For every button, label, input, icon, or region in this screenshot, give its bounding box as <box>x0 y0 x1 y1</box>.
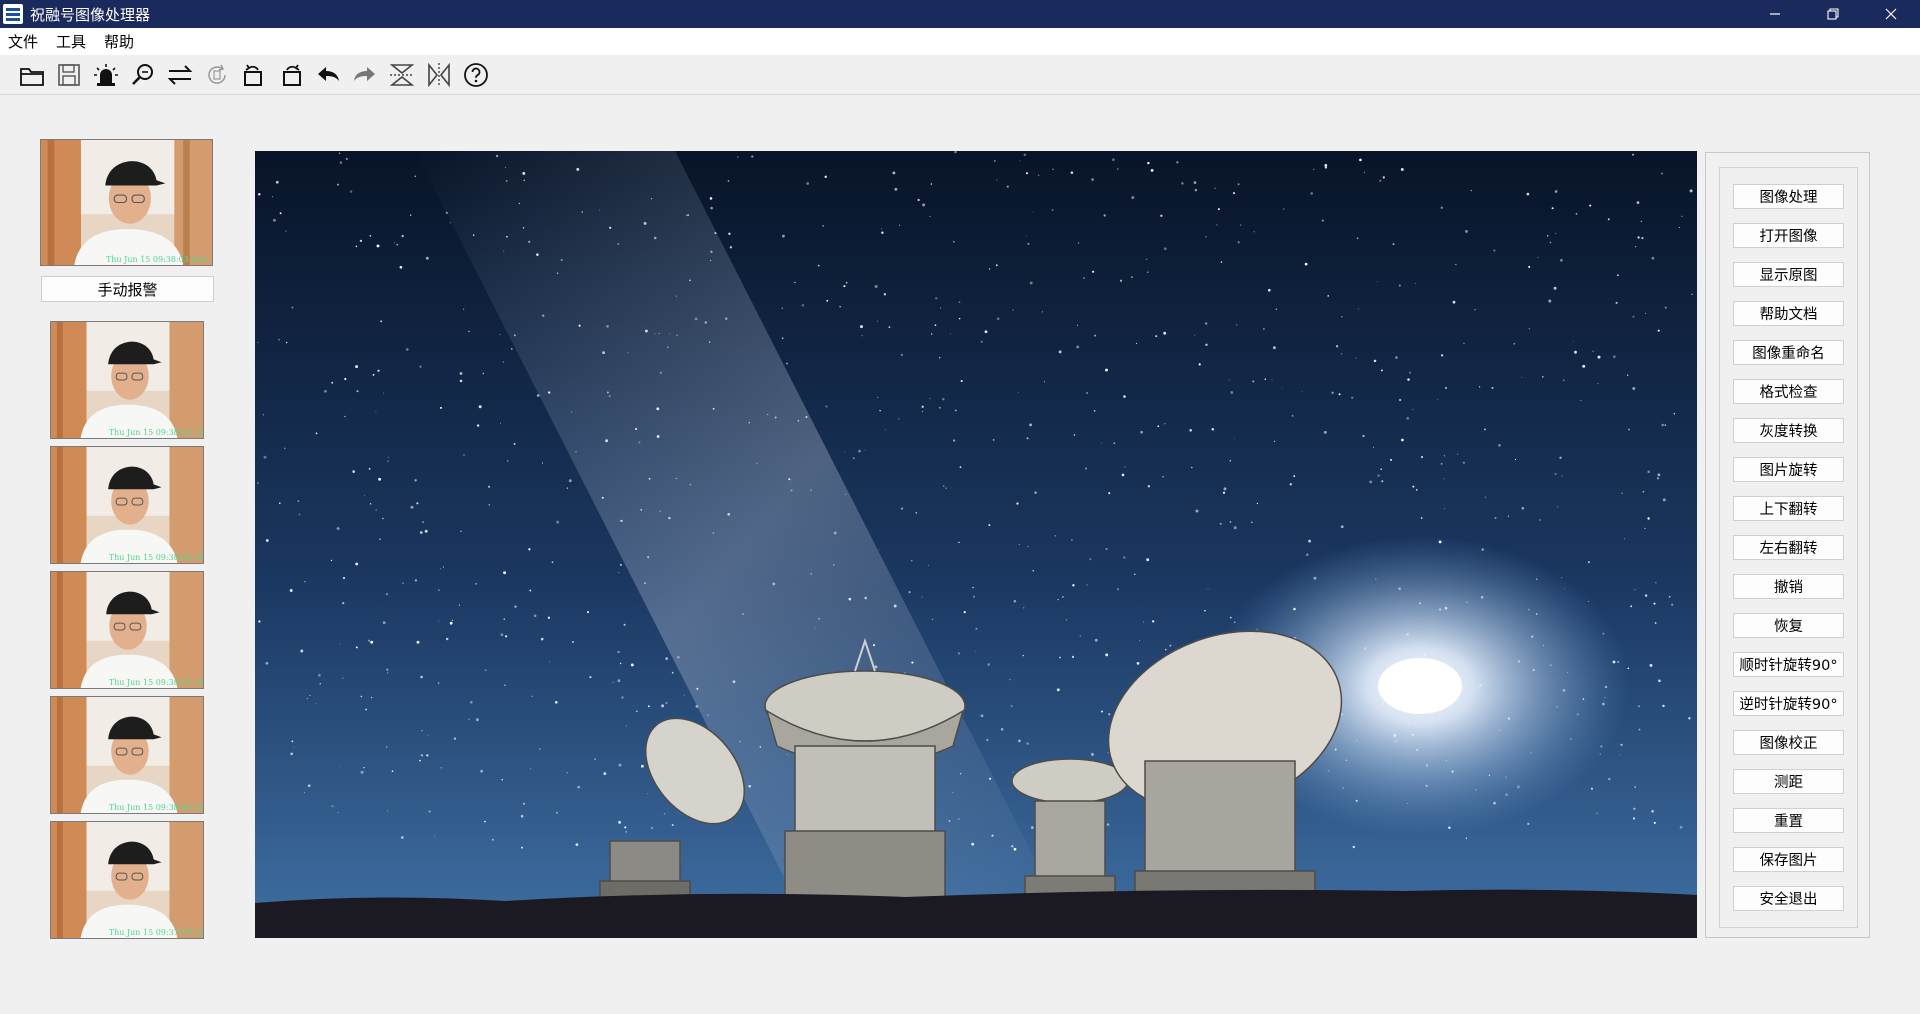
minimize-icon[interactable] <box>1746 0 1804 28</box>
restore-button[interactable]: 恢复 <box>1733 613 1844 638</box>
flip-horizontal-button[interactable]: 左右翻转 <box>1733 535 1844 560</box>
close-icon[interactable] <box>1862 0 1920 28</box>
app-icon <box>3 4 23 24</box>
starry-sky-radio-telescope-image <box>255 151 1697 938</box>
camera-photo <box>51 822 203 938</box>
history-thumbnail[interactable]: Thu Jun 15 09:38:02 202 <box>50 446 204 564</box>
history-thumbnail[interactable]: Thu Jun 15 09:37:59 202 <box>50 821 204 939</box>
timestamp: Thu Jun 15 09:38:01 202 <box>108 678 203 687</box>
restore-icon[interactable] <box>1804 0 1862 28</box>
camera-photo <box>51 697 203 813</box>
swap-icon[interactable] <box>161 57 198 93</box>
toolbar <box>0 55 1920 95</box>
undo-button[interactable]: 撤销 <box>1733 574 1844 599</box>
zoom-icon[interactable] <box>124 57 161 93</box>
menu-file[interactable]: 文件 <box>0 31 47 52</box>
timestamp: Thu Jun 15 09:38:00 202 <box>108 803 203 812</box>
alarm-icon[interactable] <box>87 57 124 93</box>
save-icon[interactable] <box>50 57 87 93</box>
camera-photo <box>51 322 203 438</box>
image-correct-button[interactable]: 图像校正 <box>1733 730 1844 755</box>
history-thumbnail[interactable]: Thu Jun 15 09:38:01 202 <box>50 571 204 689</box>
main-image-view[interactable] <box>255 151 1697 938</box>
timestamp: Thu Jun 15 09:37:59 202 <box>108 928 203 937</box>
timestamp: Thu Jun 15 09:38:02 202 <box>108 553 203 562</box>
rotate-right-icon[interactable] <box>272 57 309 93</box>
show-original-button[interactable]: 显示原图 <box>1733 262 1844 287</box>
save-image-button[interactable]: 保存图片 <box>1733 847 1844 872</box>
history-thumbnail[interactable]: Thu Jun 15 09:38:03 202 <box>50 321 204 439</box>
menu-tools[interactable]: 工具 <box>47 31 95 52</box>
title-bar: 祝融号图像处理器 <box>0 0 1920 28</box>
reset-button[interactable]: 重置 <box>1733 808 1844 833</box>
history-thumbnail[interactable]: Thu Jun 15 09:38:00 202 <box>50 696 204 814</box>
camera-photo <box>51 572 203 688</box>
camera-photo <box>51 447 203 563</box>
flip-vertical-icon[interactable] <box>383 57 420 93</box>
undo-icon[interactable] <box>309 57 346 93</box>
open-folder-icon[interactable] <box>13 57 50 93</box>
rotate-left-icon[interactable] <box>235 57 272 93</box>
image-rotate-button[interactable]: 图片旋转 <box>1733 457 1844 482</box>
safe-exit-button[interactable]: 安全退出 <box>1733 886 1844 911</box>
function-button-group: 图像处理 打开图像 显示原图 帮助文档 图像重命名 格式检查 灰度转换 图片旋转… <box>1719 167 1858 928</box>
rotate-clockwise-button[interactable]: 顺时针旋转90° <box>1733 652 1844 677</box>
menu-bar: 文件 工具 帮助 <box>0 28 1920 55</box>
measure-distance-button[interactable]: 测距 <box>1733 769 1844 794</box>
camera-photo <box>41 140 212 265</box>
rotate-counterclockwise-button[interactable]: 逆时针旋转90° <box>1733 691 1844 716</box>
help-doc-button[interactable]: 帮助文档 <box>1733 301 1844 326</box>
format-check-button[interactable]: 格式检查 <box>1733 379 1844 404</box>
timestamp: Thu Jun 15 09:38:03 202 <box>108 428 203 437</box>
main-camera-thumbnail[interactable]: Thu Jun 15 09:38:03 202 <box>40 139 213 266</box>
flip-horizontal-icon[interactable] <box>420 57 457 93</box>
manual-alarm-button[interactable]: 手动报警 <box>41 276 214 302</box>
flip-vertical-button[interactable]: 上下翻转 <box>1733 496 1844 521</box>
window-title: 祝融号图像处理器 <box>30 5 151 24</box>
function-panel: 图像处理 打开图像 显示原图 帮助文档 图像重命名 格式检查 灰度转换 图片旋转… <box>1705 152 1870 938</box>
rename-image-button[interactable]: 图像重命名 <box>1733 340 1844 365</box>
image-process-button[interactable]: 图像处理 <box>1733 184 1844 209</box>
grayscale-button[interactable]: 灰度转换 <box>1733 418 1844 443</box>
redo-icon[interactable] <box>346 57 383 93</box>
menu-help[interactable]: 帮助 <box>95 31 143 52</box>
help-icon[interactable] <box>457 57 494 93</box>
timestamp: Thu Jun 15 09:38:03 202 <box>105 255 207 264</box>
open-image-button[interactable]: 打开图像 <box>1733 223 1844 248</box>
rotate-disabled-icon[interactable] <box>198 57 235 93</box>
